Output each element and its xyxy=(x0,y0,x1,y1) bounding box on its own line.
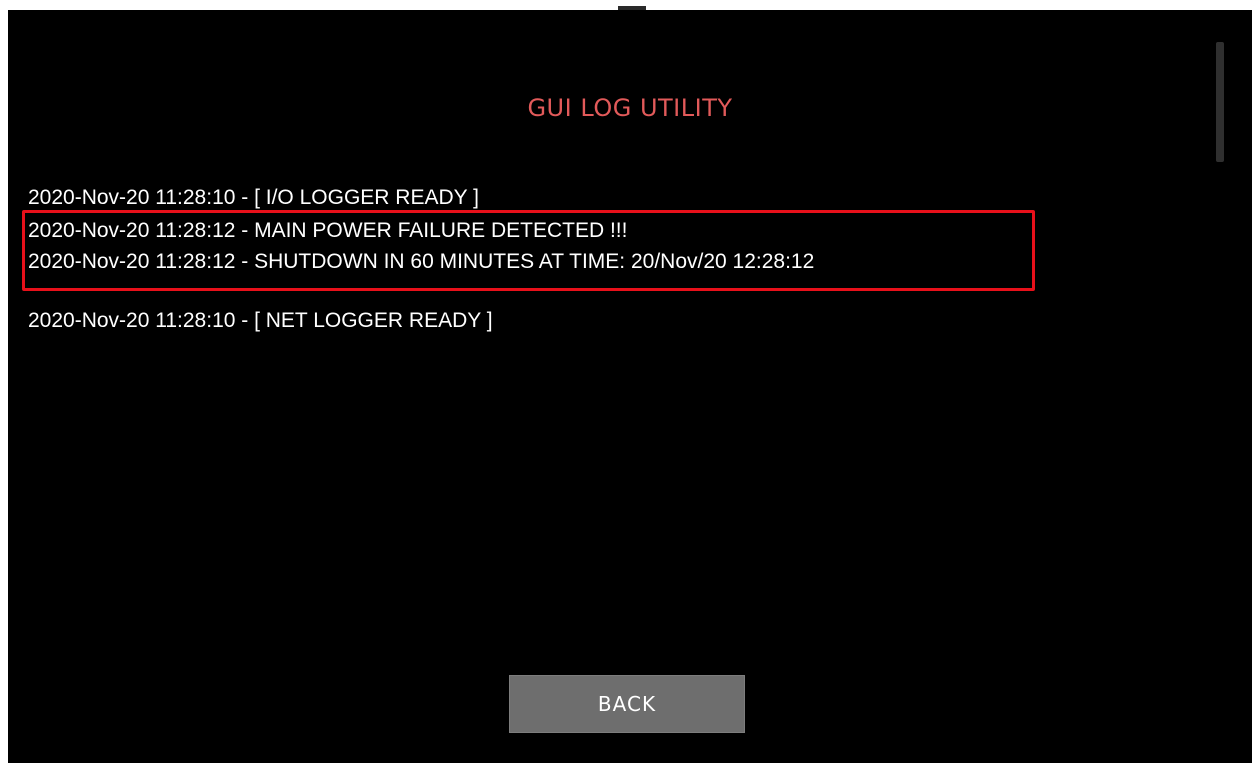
back-button[interactable]: BACK xyxy=(509,675,745,733)
log-entry-shutdown-warning: 2020-Nov-20 11:28:12 - SHUTDOWN IN 60 MI… xyxy=(28,250,815,273)
log-entry-net-logger-ready: 2020-Nov-20 11:28:10 - [ NET LOGGER READ… xyxy=(28,309,493,332)
log-entry-io-logger-ready: 2020-Nov-20 11:28:10 - [ I/O LOGGER READ… xyxy=(28,186,479,209)
top-edge-right xyxy=(646,0,1252,10)
log-screen: GUI LOG UTILITY 2020-Nov-20 11:28:10 - [… xyxy=(8,10,1252,763)
page-title: GUI LOG UTILITY xyxy=(527,94,733,122)
scrollbar-thumb[interactable] xyxy=(1216,42,1224,162)
log-entry-power-failure: 2020-Nov-20 11:28:12 - MAIN POWER FAILUR… xyxy=(28,219,628,242)
top-edge-left xyxy=(0,0,90,10)
